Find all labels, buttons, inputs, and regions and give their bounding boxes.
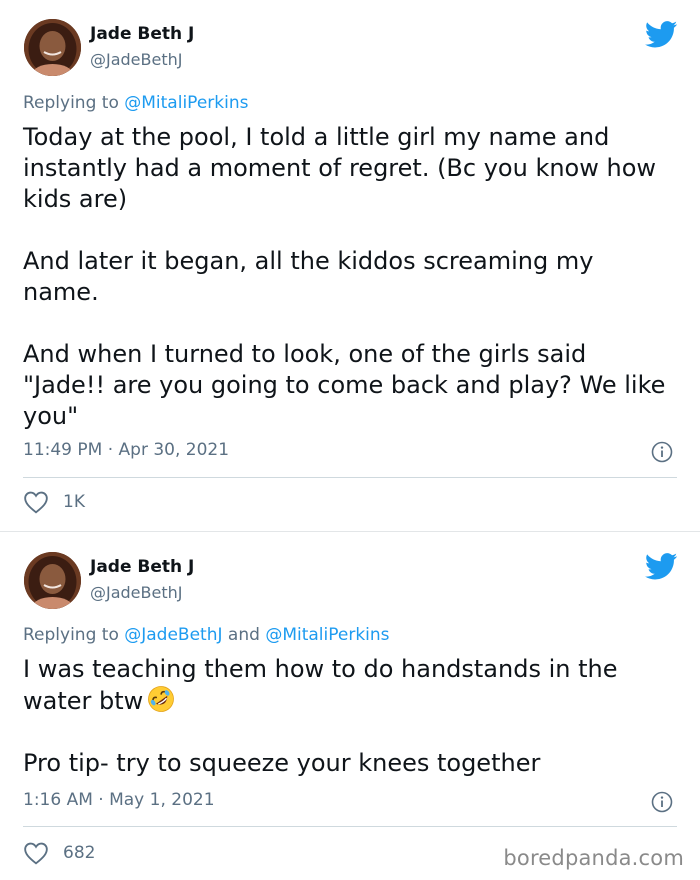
like-button[interactable]: 682: [23, 841, 95, 865]
watermark: boredpanda.com: [503, 846, 684, 870]
heart-icon: [24, 491, 48, 514]
tweet-card: Jade Beth J @JadeBethJ Replying to @Mita…: [0, 0, 700, 531]
author-name[interactable]: Jade Beth J: [90, 557, 194, 577]
tweet-text: Today at the pool, I told a little girl …: [23, 122, 673, 432]
tweet-paragraph: Today at the pool, I told a little girl …: [23, 123, 657, 213]
tweet-paragraph: I was teaching them how to do handstands…: [23, 654, 673, 717]
reply-context: Replying to @MitaliPerkins: [23, 93, 248, 113]
heart-icon: [24, 842, 48, 865]
avatar[interactable]: [24, 552, 81, 609]
tweet-timestamp[interactable]: 11:49 PM · Apr 30, 2021: [23, 440, 229, 460]
tweet-timestamp[interactable]: 1:16 AM · May 1, 2021: [23, 790, 215, 810]
mention-link[interactable]: @MitaliPerkins: [265, 625, 389, 645]
mention-link[interactable]: @JadeBethJ: [124, 625, 222, 645]
avatar[interactable]: [24, 19, 81, 76]
divider: [23, 477, 677, 478]
tweet-paragraph: And later it began, all the kiddos screa…: [23, 247, 594, 306]
like-button[interactable]: 1K: [23, 490, 85, 514]
tweet-paragraph-text: I was teaching them how to do handstands…: [23, 655, 618, 715]
reply-prefix: Replying to: [23, 93, 119, 113]
author-handle[interactable]: @JadeBethJ: [90, 583, 182, 602]
divider: [23, 826, 677, 827]
mention-link[interactable]: @MitaliPerkins: [124, 93, 248, 113]
tweet-text: I was teaching them how to do handstands…: [23, 654, 673, 779]
tweet-paragraph: And when I turned to look, one of the gi…: [23, 340, 666, 430]
reply-context: Replying to @JadeBethJ and @MitaliPerkin…: [23, 625, 390, 645]
info-icon[interactable]: [651, 791, 673, 813]
like-count: 682: [63, 843, 96, 863]
rolling-on-floor-laughing-icon: [148, 686, 175, 712]
reply-prefix: Replying to: [23, 625, 119, 645]
twitter-bird-icon[interactable]: [645, 21, 678, 48]
author-name[interactable]: Jade Beth J: [90, 24, 194, 44]
like-count: 1K: [63, 492, 85, 512]
tweet-card: Jade Beth J @JadeBethJ Replying to @Jade…: [0, 531, 700, 880]
reply-joiner: and: [227, 625, 260, 645]
info-icon[interactable]: [651, 441, 673, 463]
tweet-paragraph: Pro tip- try to squeeze your knees toget…: [23, 749, 541, 777]
twitter-bird-icon[interactable]: [645, 553, 678, 580]
author-handle[interactable]: @JadeBethJ: [90, 50, 182, 69]
